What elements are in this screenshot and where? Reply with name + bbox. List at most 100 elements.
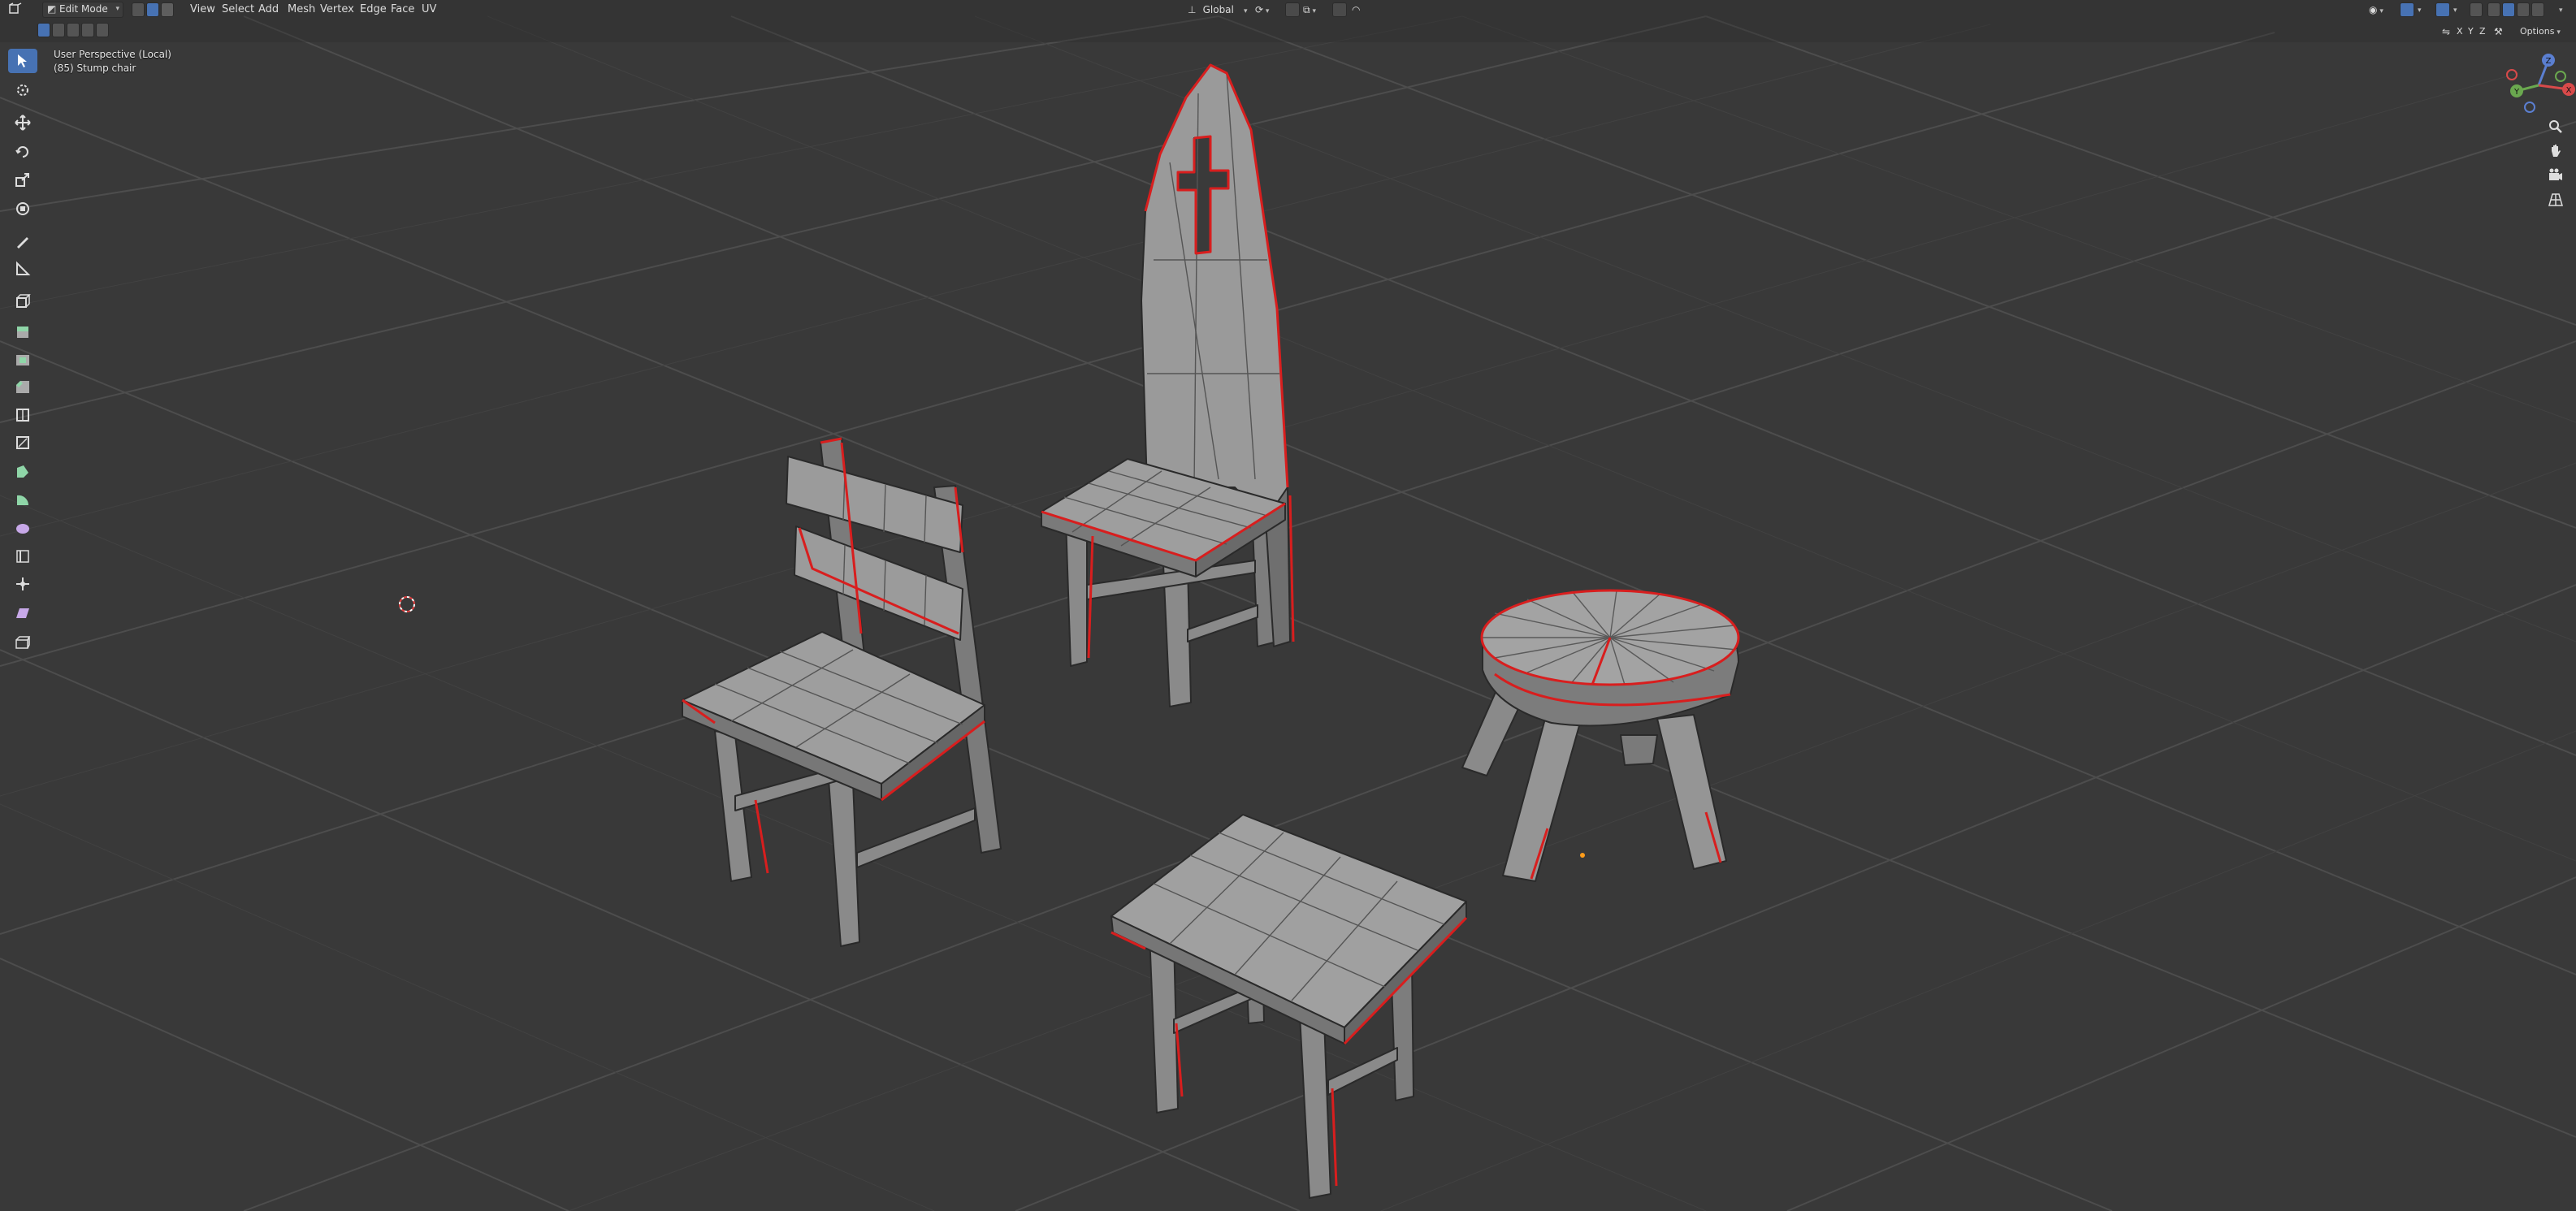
extrude-tool[interactable] [8, 320, 37, 344]
gizmo-neg-z-axis[interactable] [2524, 102, 2535, 113]
loop-cut-tool[interactable] [8, 403, 37, 427]
menu-uv[interactable]: UV [422, 2, 436, 17]
mirror-x-button[interactable]: X [2457, 24, 2463, 39]
gothic-chair-mesh[interactable] [1041, 63, 1295, 707]
annotate-tool[interactable] [8, 229, 37, 253]
select-new-button[interactable] [37, 23, 50, 37]
proportional-edit-toggle[interactable] [1332, 2, 1347, 17]
mirror-y-button[interactable]: Y [2468, 24, 2474, 39]
mode-selector[interactable]: ◩ Edit Mode ▾ [42, 2, 123, 18]
select-box-tool[interactable] [8, 49, 37, 73]
solid-shading-button[interactable] [2502, 2, 2515, 17]
edge-slide-tool[interactable] [8, 544, 37, 569]
edge-select-button[interactable] [146, 2, 159, 17]
face-select-button[interactable] [161, 2, 174, 17]
snap-icon: ⧉ [1303, 4, 1310, 15]
smooth-tool[interactable] [8, 517, 37, 541]
chevron-down-icon: ▾ [1244, 7, 1248, 15]
3d-viewport[interactable] [0, 0, 2576, 1211]
object-origin [1580, 853, 1585, 858]
select-subtract-button[interactable] [67, 23, 80, 37]
chevron-down-icon: ▾ [2377, 7, 2383, 15]
wireframe-shading-button[interactable] [2487, 2, 2500, 17]
3d-cursor[interactable] [399, 596, 415, 612]
menu-face[interactable]: Face [391, 2, 414, 17]
rendered-shading-button[interactable] [2531, 2, 2544, 17]
edit-mode-icon: ◩ [47, 3, 57, 15]
knife-tool[interactable] [8, 430, 37, 455]
orientation-icon: ⊥ [1188, 4, 1197, 15]
select-intersect-button[interactable] [96, 23, 109, 37]
inset-tool[interactable] [8, 348, 37, 372]
edge-slide-icon [16, 550, 29, 563]
overlays-toggle[interactable] [2435, 2, 2450, 17]
navigation-gizmo[interactable]: Z X Y [2502, 49, 2575, 122]
viewport-header: ◩ Edit Mode ▾ View Select Add Mesh Verte… [0, 0, 2576, 42]
pan-button[interactable] [2544, 140, 2567, 162]
menu-mesh[interactable]: Mesh [288, 2, 315, 17]
proportional-falloff-icon[interactable]: ◠ [1352, 2, 1360, 17]
bevel-tool[interactable] [8, 375, 37, 400]
shading-dropdown[interactable]: ▾ [2559, 2, 2563, 17]
shrink-fatten-icon [16, 577, 29, 590]
shrink-fatten-tool[interactable] [8, 572, 37, 596]
transform-tool[interactable] [8, 197, 37, 221]
gizmo-neg-x-axis[interactable] [2506, 69, 2518, 80]
menu-edge[interactable]: Edge [360, 2, 387, 17]
scale-tool[interactable] [8, 167, 37, 192]
spin-icon [17, 495, 29, 505]
options-dropdown[interactable]: Options ▾ [2520, 24, 2561, 39]
smooth-icon [16, 524, 29, 534]
material-shading-button[interactable] [2517, 2, 2530, 17]
spin-tool[interactable] [8, 487, 37, 512]
round-stool-mesh[interactable] [1461, 589, 1740, 882]
rip-icon [15, 636, 31, 649]
mirror-z-button[interactable]: Z [2479, 24, 2486, 39]
camera-view-button[interactable] [2544, 164, 2567, 187]
move-arrows-icon [15, 115, 31, 131]
editor-type-button[interactable] [8, 2, 24, 17]
crosshair-icon [17, 84, 28, 96]
chevron-down-icon: ▾ [2453, 6, 2457, 15]
grid-perspective-icon [2548, 193, 2563, 206]
vertex-select-button[interactable] [132, 2, 145, 17]
overlays-dropdown[interactable]: ▾ [2453, 2, 2457, 17]
magnifier-icon [2549, 120, 2562, 133]
snap-toggle[interactable] [1285, 2, 1300, 17]
gizmo-toggle[interactable] [2400, 2, 2414, 17]
pivot-point-dropdown[interactable]: ⟳ ▾ [1255, 2, 1269, 17]
rotate-tool[interactable] [8, 140, 37, 164]
chevron-down-icon: ▾ [2554, 28, 2561, 37]
zoom-button[interactable] [2544, 115, 2567, 138]
gizmo-y-label: Y [2513, 88, 2520, 97]
xray-toggle[interactable] [2470, 2, 2483, 17]
gizmo-dropdown[interactable]: ▾ [2418, 2, 2422, 17]
snap-target-dropdown[interactable]: ⧉ ▾ [1303, 2, 1316, 17]
perspective-toggle-button[interactable] [2544, 188, 2567, 211]
pivot-icon: ⟳ [1255, 4, 1264, 15]
bench-mesh[interactable] [1110, 814, 1468, 1199]
select-invert-button[interactable] [81, 23, 94, 37]
select-extend-button[interactable] [52, 23, 65, 37]
wrench-icon[interactable]: ⚒ [2494, 24, 2503, 39]
menu-add[interactable]: Add [258, 2, 279, 17]
transform-orientation-dropdown[interactable]: ⊥ Global ▾ [1188, 2, 1248, 17]
ladder-chair-mesh[interactable] [682, 437, 1002, 947]
pencil-icon [17, 237, 28, 249]
rip-region-tool[interactable] [8, 630, 37, 655]
move-tool[interactable] [8, 110, 37, 135]
camera-icon [2549, 168, 2562, 180]
object-name: (85) Stump chair [54, 63, 136, 74]
menu-view[interactable]: View [190, 2, 215, 17]
scale-icon [15, 173, 29, 187]
gizmo-neg-y-axis[interactable] [2555, 71, 2566, 82]
measure-tool[interactable] [8, 257, 37, 281]
menu-vertex[interactable]: Vertex [320, 2, 354, 17]
cursor-tool[interactable] [8, 78, 37, 102]
shear-tool[interactable] [8, 601, 37, 625]
add-cube-tool[interactable] [8, 289, 37, 314]
chevron-down-icon: ▾ [2418, 6, 2422, 15]
view-object-types-dropdown[interactable]: ◉ ▾ [2369, 2, 2383, 17]
menu-select[interactable]: Select [222, 2, 254, 17]
poly-build-tool[interactable] [8, 460, 37, 484]
